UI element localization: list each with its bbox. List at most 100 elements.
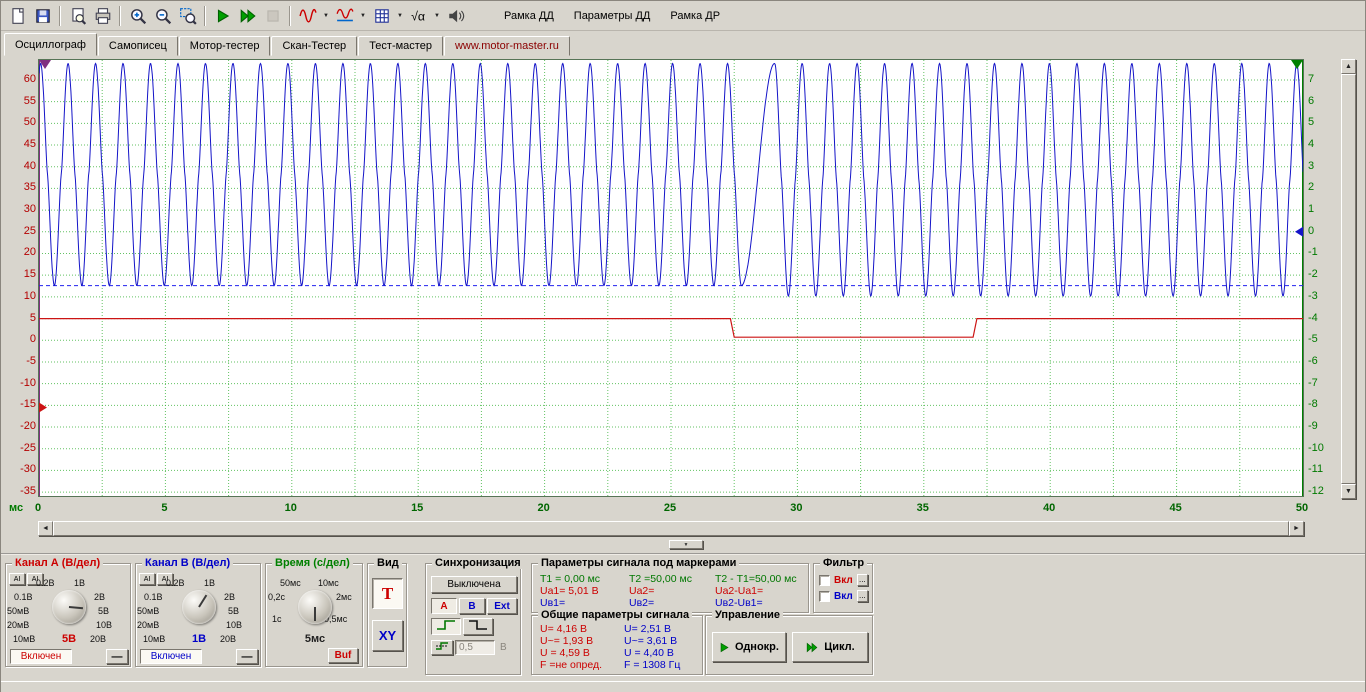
math-function-button[interactable]: √α [406, 4, 431, 28]
single-run-button[interactable]: Однокр. [712, 632, 786, 662]
common-param-value: U~= 1,93 В [540, 635, 593, 647]
tab-www.motor-master.ru[interactable]: www.motor-master.ru [444, 36, 570, 56]
sound-button[interactable] [443, 4, 468, 28]
marker-t2-handle[interactable] [1291, 60, 1303, 69]
sync-level-input[interactable]: 0,5 [455, 640, 495, 655]
channel-b-minimize-button[interactable]: — [236, 649, 258, 664]
common-param-value: U = 4,59 В [540, 647, 590, 659]
channel-b-group: Канал В (В/дел) AIAI 0.2В1В0.1В2В50мВ5В2… [135, 563, 261, 667]
channel-a-power-button[interactable]: Включен [10, 649, 72, 664]
view-xy-button[interactable]: XY [372, 620, 403, 651]
channel-b-range-label: 50мВ [137, 606, 159, 616]
new-file-icon [9, 7, 27, 25]
print-preview-icon [69, 7, 87, 25]
ramka-dr-button[interactable]: Рамка ДР [660, 4, 730, 28]
x-axis-label: 15 [400, 502, 434, 514]
x-axis-label: 40 [1032, 502, 1066, 514]
signal-shape-b-dropdown-button[interactable]: ▼ [357, 4, 369, 28]
oscilloscope-plot[interactable] [39, 60, 1303, 496]
time-range-label: 0,2с [268, 592, 285, 602]
marker-param-value: Uа2= [629, 585, 654, 597]
play-cycle-icon [805, 642, 819, 653]
channel-b-range-label: 1В [204, 578, 215, 588]
right-axis-label: 0 [1308, 225, 1338, 237]
left-axis-label: 15 [3, 268, 36, 280]
channel-b-selected-value: 1В [176, 633, 222, 645]
print-preview-button[interactable] [65, 4, 90, 28]
left-axis-label: 60 [3, 73, 36, 85]
signal-shape-a-button[interactable] [295, 4, 320, 28]
marker-param-value: Т2 =50,00 мс [629, 573, 692, 585]
scroll-up-button[interactable]: ▲ [1341, 59, 1356, 74]
scroll-right-button[interactable]: ► [1289, 521, 1304, 536]
filter-more-button-1[interactable]: ... [857, 574, 868, 586]
sync-source-а-button[interactable]: А [431, 598, 457, 614]
vertical-scroll-thumb[interactable] [1341, 74, 1356, 484]
scroll-down-button[interactable]: ▼ [1341, 484, 1356, 499]
horizontal-scrollbar[interactable]: ◄ ► [38, 521, 1304, 536]
panel-collapse-grip[interactable]: ▼ [669, 540, 703, 549]
plot-area[interactable] [38, 59, 1304, 497]
record-icon [264, 7, 282, 25]
zoom-window-button[interactable] [175, 4, 200, 28]
channel-a-range-label: 2В [94, 592, 105, 602]
sync-slope-falling-button[interactable] [463, 618, 493, 635]
tab-мотор-тестер[interactable]: Мотор-тестер [179, 36, 271, 56]
data-grid-button[interactable] [369, 4, 394, 28]
parametry-dd-button[interactable]: Параметры ДД [564, 4, 661, 28]
channel-b-power-button[interactable]: Включен [140, 649, 202, 664]
right-axis-label: -11 [1308, 463, 1338, 475]
left-axis-label: 35 [3, 181, 36, 193]
toolbar-separator [204, 6, 206, 26]
cycle-run-button[interactable]: Цикл. [792, 632, 868, 662]
common-param-value: F =не опред. [540, 659, 602, 671]
channel-b-range-label: 0.1В [144, 592, 163, 602]
save-button[interactable] [30, 4, 55, 28]
scroll-left-button[interactable]: ◄ [38, 521, 53, 536]
sync-mode-button[interactable] [431, 640, 453, 655]
start-cycle-button[interactable] [235, 4, 260, 28]
horizontal-scroll-thumb[interactable] [53, 521, 1289, 536]
math-function-dropdown-button[interactable]: ▼ [431, 4, 443, 28]
filter-checkbox-1[interactable] [819, 575, 830, 586]
channel-a-range-label: 20мВ [7, 620, 29, 630]
view-t-button[interactable]: Т [372, 578, 403, 609]
x-axis-label: 10 [274, 502, 308, 514]
time-knob[interactable] [298, 590, 332, 624]
filter-checkbox-2[interactable] [819, 591, 830, 602]
vertical-scrollbar[interactable]: ▲ ▼ [1341, 59, 1356, 499]
sync-source-в-button[interactable]: В [459, 598, 485, 614]
view-group: Вид Т XY [367, 563, 407, 667]
sync-title: Синхронизация [432, 557, 524, 569]
left-axis-label: 40 [3, 160, 36, 172]
new-file-button[interactable] [5, 4, 30, 28]
channel-a-knob[interactable] [52, 590, 86, 624]
channel-b-knob[interactable] [182, 590, 216, 624]
channel-b-zero-marker[interactable] [1295, 227, 1303, 237]
channel-a-range-label: 5В [98, 606, 109, 616]
left-axis-label: 50 [3, 116, 36, 128]
sync-slope-rising-button[interactable] [431, 618, 461, 635]
channel-b-range-label: 0.2В [166, 578, 185, 588]
sync-off-button[interactable]: Выключена [431, 576, 517, 593]
ramka-dd-button[interactable]: Рамка ДД [494, 4, 564, 28]
zoom-out-button[interactable] [150, 4, 175, 28]
tab-самописец[interactable]: Самописец [98, 36, 178, 56]
print-button[interactable] [90, 4, 115, 28]
sync-source-ext-button[interactable]: Ext [487, 598, 517, 614]
buffer-button[interactable]: Buf [328, 648, 358, 663]
zoom-in-button[interactable] [125, 4, 150, 28]
signal-shape-b-button[interactable] [332, 4, 357, 28]
signal-shape-b-icon [336, 7, 354, 25]
right-axis-label: -7 [1308, 377, 1338, 389]
signal-shape-a-dropdown-button[interactable]: ▼ [320, 4, 332, 28]
data-grid-dropdown-button[interactable]: ▼ [394, 4, 406, 28]
tab-скан-тестер[interactable]: Скан-Тестер [271, 36, 357, 56]
start-single-button[interactable] [210, 4, 235, 28]
tab-тест-мастер[interactable]: Тест-мастер [358, 36, 443, 56]
filter-more-button-2[interactable]: ... [857, 590, 868, 602]
right-axis-label: -9 [1308, 420, 1338, 432]
channel-a-level-marker[interactable] [39, 402, 47, 412]
tab-осциллограф[interactable]: Осциллограф [4, 33, 97, 56]
channel-a-minimize-button[interactable]: — [106, 649, 128, 664]
